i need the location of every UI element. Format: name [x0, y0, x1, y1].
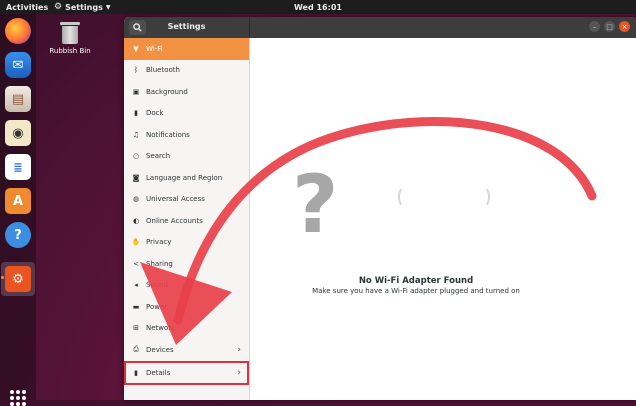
maximize-button[interactable]: □: [604, 21, 615, 32]
minimize-button[interactable]: –: [589, 21, 600, 32]
empty-state-subtitle: Make sure you have a Wi-Fi adapter plugg…: [312, 287, 520, 295]
sidebar-item-background[interactable]: ▣ Background: [124, 81, 249, 103]
running-indicator: [1, 276, 4, 279]
sidebar-item-network[interactable]: ⊞ Network: [124, 318, 249, 340]
sidebar-item-label: Wi-Fi: [146, 44, 163, 53]
sidebar-item-universal-access[interactable]: ◍ Universal Access: [124, 189, 249, 211]
libreoffice-writer-icon[interactable]: ≣: [5, 154, 31, 180]
close-button[interactable]: ×: [619, 21, 630, 32]
cloud-icon: ◐: [132, 216, 140, 225]
bell-icon: ♫: [132, 130, 140, 139]
sidebar-item-label: Notifications: [146, 130, 190, 139]
files-icon[interactable]: ▤: [5, 86, 31, 112]
clock[interactable]: Wed 16:01: [0, 3, 636, 12]
settings-sidebar: ▼ Wi-Fi ᛒ Bluetooth ▣ Background ▮ Dock …: [124, 38, 250, 400]
rubbish-bin[interactable]: Rubbish Bin: [46, 22, 94, 55]
speaker-icon: ◂: [134, 281, 138, 290]
sidebar-item-sound[interactable]: ◂ Sound: [124, 275, 249, 297]
dock-icon: ▮: [134, 109, 138, 118]
sidebar-item-online-accounts[interactable]: ◐ Online Accounts: [124, 210, 249, 232]
sidebar-item-label: Bluetooth: [146, 66, 180, 75]
software-icon[interactable]: A: [5, 188, 31, 214]
sidebar-item-label: Power: [146, 302, 168, 311]
window-title: Settings: [167, 22, 206, 31]
sidebar-item-label: Background: [146, 87, 188, 96]
sidebar-item-notifications[interactable]: ♫ Notifications: [124, 124, 249, 146]
chevron-right-icon: ›: [237, 344, 241, 355]
chevron-right-icon: ›: [237, 367, 241, 378]
sidebar-item-wifi[interactable]: ▼ Wi-Fi: [124, 38, 249, 60]
settings-icon[interactable]: ⚙: [5, 266, 31, 292]
power-icon: ▬: [132, 302, 140, 311]
sidebar-item-label: Sharing: [146, 259, 173, 268]
sidebar-item-devices[interactable]: ⎙ Devices ›: [124, 339, 249, 361]
sidebar-item-search[interactable]: ○ Search: [124, 146, 249, 168]
settings-window: Settings – □ × ▼ Wi-Fi ᛒ Bluetooth ▣ Bac…: [124, 17, 636, 400]
sidebar-item-label: Details: [146, 368, 171, 377]
accessibility-icon: ◍: [132, 195, 140, 204]
sidebar-item-privacy[interactable]: ✋ Privacy: [124, 232, 249, 254]
sidebar-item-label: Dock: [146, 109, 164, 118]
question-mark-icon: ?: [292, 158, 339, 251]
empty-state-title: No Wi-Fi Adapter Found: [358, 276, 474, 286]
rubbish-bin-label: Rubbish Bin: [49, 47, 91, 55]
sidebar-item-details[interactable]: ▮ Details ›: [124, 360, 249, 385]
show-applications-icon[interactable]: [10, 390, 26, 406]
sidebar-item-label: Privacy: [146, 238, 172, 247]
wifi-icon: ▼: [133, 44, 139, 53]
help-icon[interactable]: ?: [5, 222, 31, 248]
sidebar-item-sharing[interactable]: < Sharing: [124, 253, 249, 275]
background-icon: ▣: [132, 87, 140, 96]
sidebar-item-label: Language and Region: [146, 173, 223, 182]
signal-wave-left: [398, 186, 412, 208]
rhythmbox-icon[interactable]: ◉: [5, 120, 31, 146]
sidebar-item-dock[interactable]: ▮ Dock: [124, 103, 249, 125]
hand-icon: ✋: [131, 238, 141, 247]
sidebar-item-label: Universal Access: [146, 195, 205, 204]
camera-icon: ◙: [132, 173, 140, 182]
header-bar: Settings – □ ×: [124, 17, 636, 38]
sidebar-item-label: Sound: [146, 281, 169, 290]
thunderbird-icon[interactable]: ✉: [5, 52, 31, 78]
info-icon: ▮: [134, 368, 138, 377]
sidebar-item-power[interactable]: ▬ Power: [124, 296, 249, 318]
network-icon: ⊞: [133, 324, 139, 333]
sidebar-item-label: Online Accounts: [146, 216, 203, 225]
top-bar: Activities ⚙ Settings ▼ Wed 16:01: [0, 0, 636, 14]
sidebar-item-language[interactable]: ◙ Language and Region: [124, 167, 249, 189]
search-icon: ○: [132, 152, 140, 161]
sidebar-item-bluetooth[interactable]: ᛒ Bluetooth: [124, 60, 249, 82]
signal-wave-right: [476, 186, 490, 208]
share-icon: <: [133, 259, 139, 268]
sidebar-item-label: Network: [146, 324, 176, 333]
header-divider: [249, 17, 250, 38]
printer-icon: ⎙: [133, 345, 139, 354]
dock: ✉ ▤ ◉ ≣ A ? ⚙: [0, 14, 36, 406]
trash-icon: [60, 22, 80, 44]
sidebar-item-label: Search: [146, 152, 171, 161]
bluetooth-icon: ᛒ: [133, 66, 139, 75]
firefox-icon[interactable]: [5, 18, 31, 44]
sidebar-item-label: Devices: [146, 345, 174, 354]
